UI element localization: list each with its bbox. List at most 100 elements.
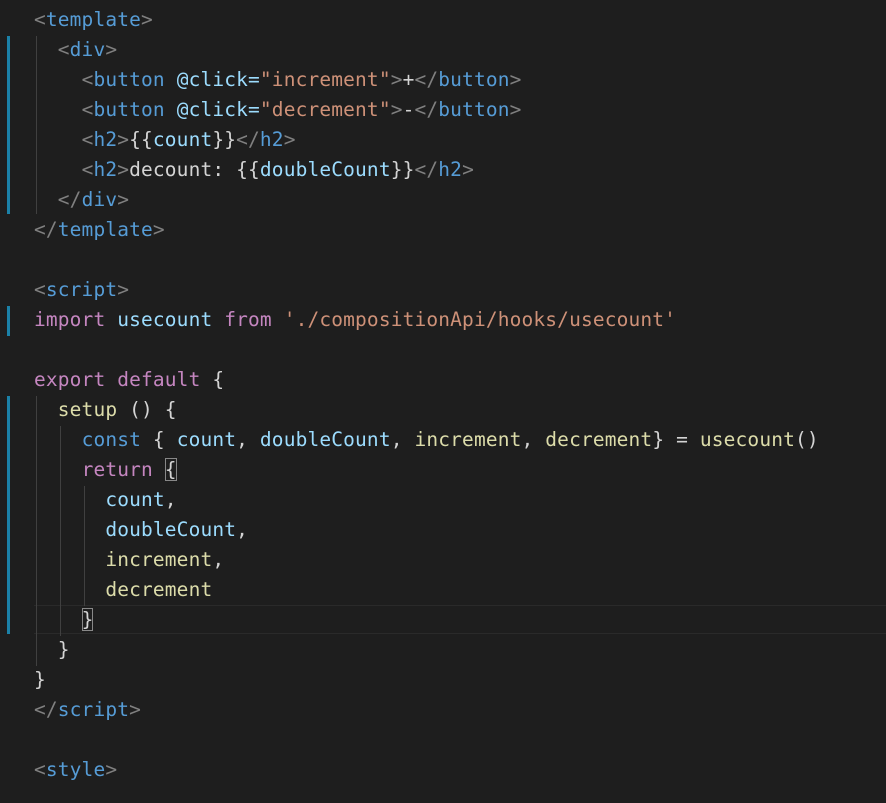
gutter-change-marker (7, 306, 10, 336)
code-line[interactable]: decrement (34, 575, 212, 605)
code-token-punc: > (141, 8, 153, 31)
code-token-fn: decrement (105, 578, 213, 601)
code-token-punc: < (81, 128, 94, 151)
code-token-punc: > (390, 98, 403, 121)
code-token-tag: button (93, 98, 165, 121)
code-token-punc: </ (414, 158, 439, 181)
code-token-text: + (402, 68, 415, 91)
code-token-punc: </ (57, 188, 82, 211)
code-token-tag: div (69, 38, 106, 61)
code-token-kw: default (117, 368, 201, 391)
code-token-punc: > (117, 188, 130, 211)
code-token-tag: script (57, 698, 130, 721)
code-token-var: doubleCount (259, 158, 391, 181)
code-token-punc: </ (34, 698, 58, 721)
code-token-punc: > (117, 128, 130, 151)
code-line[interactable]: export default { (34, 365, 224, 395)
code-token-tag: button (438, 68, 510, 91)
code-line[interactable]: <style> (34, 755, 117, 785)
code-token-tag: h2 (93, 128, 118, 151)
code-token-text: }} (390, 158, 415, 181)
code-line[interactable]: </script> (34, 695, 141, 725)
code-token-punc: </ (34, 218, 58, 241)
code-token-text: {{ (236, 158, 260, 181)
code-token-text: , (521, 428, 546, 451)
code-token-punc: > (509, 98, 522, 121)
code-token-punc: < (81, 68, 94, 91)
code-token-text: { (164, 458, 177, 481)
code-line[interactable]: import usecount from './compositionApi/h… (34, 305, 676, 335)
code-line[interactable]: return { (34, 455, 177, 485)
code-token-punc: > (390, 68, 403, 91)
code-line[interactable]: setup () { (34, 395, 177, 425)
code-line[interactable]: } (34, 635, 70, 665)
code-token-tag: div (81, 188, 118, 211)
code-token-var: count (152, 128, 213, 151)
code-line[interactable]: count, (34, 485, 177, 515)
code-token-var: doubleCount (259, 428, 391, 451)
gutter-change-marker (7, 396, 10, 634)
code-line[interactable]: } (34, 605, 94, 635)
code-line[interactable]: <script> (34, 275, 129, 305)
code-token-fn: increment (414, 428, 522, 451)
code-line[interactable]: <button @click="increment">+</button> (34, 65, 522, 95)
code-token-punc: > (509, 68, 522, 91)
code-token-punc: < (34, 8, 46, 31)
code-token-kw: export (34, 368, 106, 391)
code-token-var: count (105, 488, 165, 511)
code-editor[interactable]: <template> <div> <button @click="increme… (0, 0, 886, 803)
code-line[interactable]: </template> (34, 215, 165, 245)
code-token-text: { (141, 428, 177, 451)
code-line[interactable]: <div> (34, 35, 117, 65)
code-token-text: }} (212, 128, 237, 151)
code-token-punc: < (34, 278, 46, 301)
current-line-highlight (34, 605, 886, 634)
code-token-text: } (81, 608, 94, 631)
code-token-text: { (200, 368, 225, 391)
code-line[interactable]: increment, (34, 545, 224, 575)
code-line[interactable]: } (34, 665, 46, 695)
code-token-tag: style (45, 758, 106, 781)
code-token-punc: < (34, 758, 46, 781)
code-token-fn: decrement (545, 428, 653, 451)
code-token-fn: setup (57, 398, 118, 421)
code-token-punc: > (462, 158, 474, 181)
code-token-decl: const (81, 428, 142, 451)
code-token-var: doubleCount (105, 518, 237, 541)
gutter-change-marker (7, 36, 10, 214)
code-line[interactable]: doubleCount, (34, 515, 248, 545)
code-token-fn: increment (105, 548, 213, 571)
code-token-var: count (176, 428, 237, 451)
code-line[interactable]: <h2>{{count}}</h2> (34, 125, 296, 155)
code-token-var: usecount (117, 308, 213, 331)
code-line[interactable]: <button @click="decrement">-</button> (34, 95, 522, 125)
code-token-str: "decrement" (259, 98, 391, 121)
code-token-text: () (795, 428, 819, 451)
code-token-punc: </ (236, 128, 260, 151)
code-token-text: - (402, 98, 415, 121)
code-token-fn: usecount (699, 428, 795, 451)
code-token-punc: < (81, 98, 94, 121)
code-line[interactable]: const { count, doubleCount, increment, d… (34, 425, 819, 455)
code-line[interactable]: <template> (34, 5, 153, 35)
code-line[interactable]: </div> (34, 185, 129, 215)
code-token-tag: h2 (259, 128, 284, 151)
code-token-tag: button (438, 98, 510, 121)
code-token-punc: > (152, 218, 165, 241)
code-token-punc: > (283, 128, 296, 151)
code-line[interactable]: <h2>decount: {{doubleCount}}</h2> (34, 155, 474, 185)
